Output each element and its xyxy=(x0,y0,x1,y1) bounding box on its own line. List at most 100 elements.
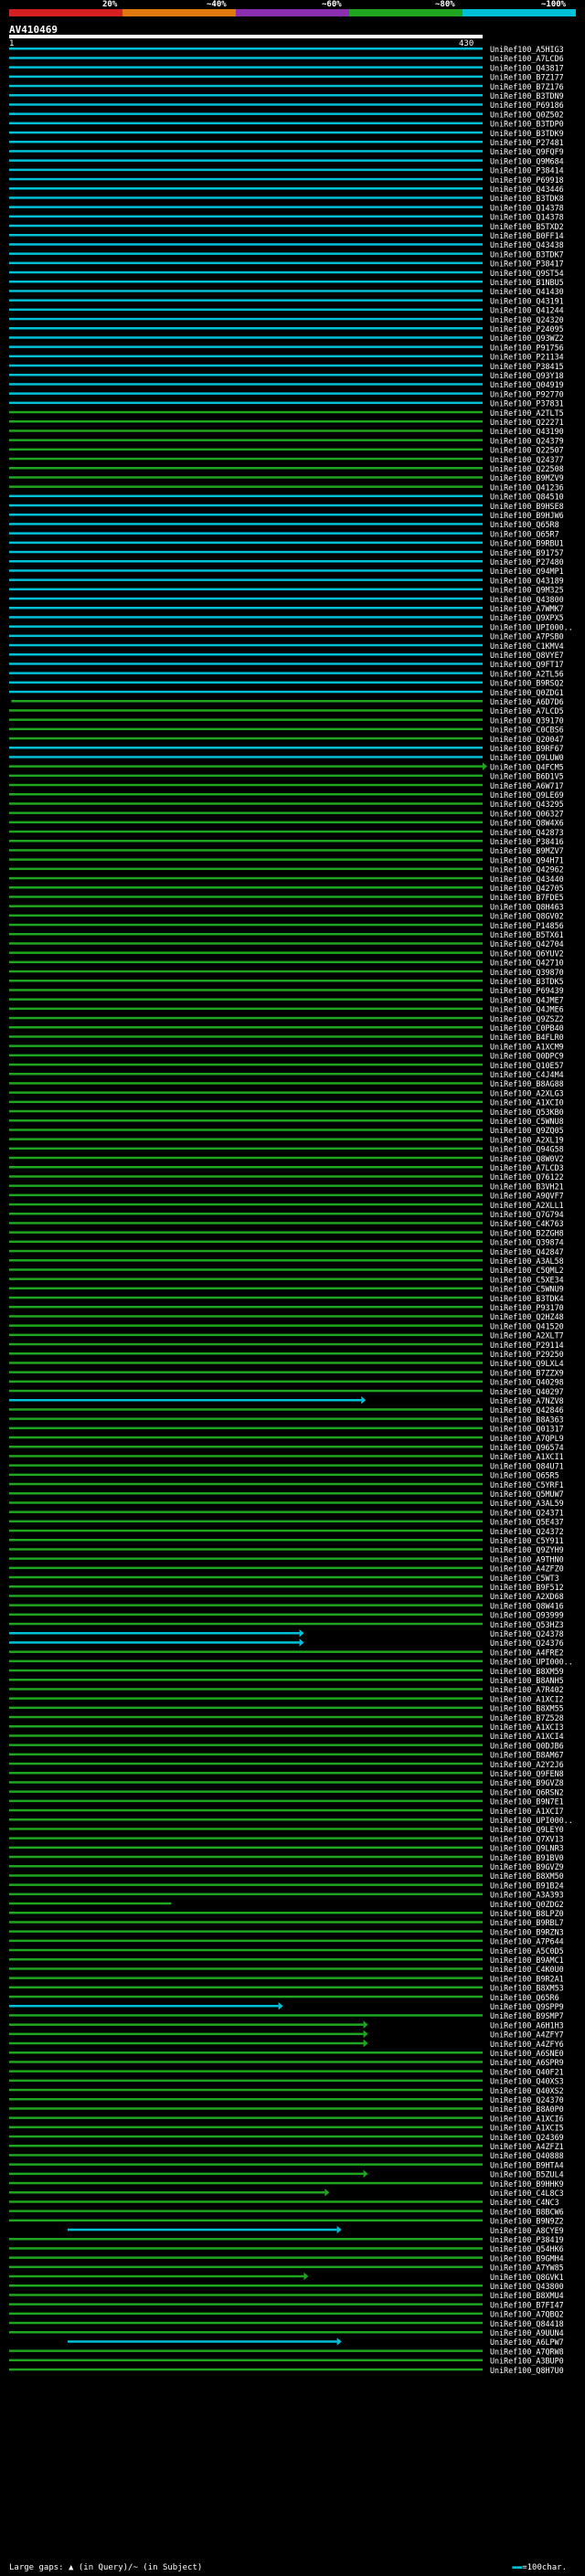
hit-label[interactable]: UniRef100_Q0ZDG2 xyxy=(490,1900,564,1909)
hit-bar[interactable] xyxy=(9,429,483,432)
hit-bar[interactable] xyxy=(9,625,483,628)
hit-row[interactable]: UniRef100_A3AL59 xyxy=(9,1499,564,1508)
hit-bar[interactable] xyxy=(9,1948,483,1952)
hit-bar[interactable] xyxy=(9,2061,483,2063)
hit-row[interactable]: UniRef100_A2TL56 xyxy=(9,669,564,678)
hit-label[interactable]: UniRef100_B9F512 xyxy=(490,1583,564,1592)
hit-row[interactable]: UniRef100_A4ZFZ0 xyxy=(9,1564,564,1574)
hit-label[interactable]: UniRef100_Q7XV13 xyxy=(490,1834,564,1843)
hit-label[interactable]: UniRef100_B9MZV9 xyxy=(490,473,564,482)
hit-bar[interactable] xyxy=(9,765,483,768)
hit-row[interactable]: UniRef100_B7ZZX9 xyxy=(9,1368,564,1377)
hit-row[interactable]: UniRef100_Q94G58 xyxy=(9,1145,564,1154)
hit-bar[interactable] xyxy=(9,727,483,731)
hit-label[interactable]: UniRef100_B7ZZX9 xyxy=(490,1368,564,1377)
hit-row[interactable]: UniRef100_A2XLL1 xyxy=(9,1201,564,1210)
hit-bar[interactable] xyxy=(9,224,483,228)
hit-bar[interactable] xyxy=(9,1921,483,1924)
hit-row[interactable]: UniRef100_A1XCI6 xyxy=(9,2114,564,2123)
hit-label[interactable]: UniRef100_A2XD68 xyxy=(490,1592,564,1601)
hit-label[interactable]: UniRef100_Q40297 xyxy=(490,1387,564,1396)
hit-bar[interactable] xyxy=(9,243,483,246)
hit-bar[interactable] xyxy=(9,2191,325,2194)
hit-bar[interactable] xyxy=(9,187,483,190)
hit-bar[interactable] xyxy=(9,2154,483,2157)
hit-row[interactable]: UniRef100_Q84510 xyxy=(9,493,564,502)
hit-bar[interactable] xyxy=(9,1324,483,1327)
hit-bar[interactable] xyxy=(9,672,483,674)
hit-bar[interactable] xyxy=(9,2294,483,2296)
hit-label[interactable]: UniRef100_Q24378 xyxy=(490,1629,564,1638)
hit-bar[interactable] xyxy=(9,811,483,814)
hit-row[interactable]: UniRef100_A6H1H3 xyxy=(9,2020,564,2030)
hit-row[interactable]: UniRef100_A7QBQ2 xyxy=(9,2310,564,2319)
hit-bar[interactable] xyxy=(9,2070,483,2072)
hit-label[interactable]: UniRef100_P37831 xyxy=(490,399,564,408)
hit-label[interactable]: UniRef100_B9HSE8 xyxy=(490,502,564,511)
hit-bar[interactable] xyxy=(9,783,483,787)
hit-row[interactable]: UniRef100_Q9LXL4 xyxy=(9,1359,564,1368)
hit-row[interactable]: UniRef100_A1XCI7 xyxy=(9,1807,564,1816)
hit-label[interactable]: UniRef100_A1XCI4 xyxy=(490,1732,564,1741)
hit-label[interactable]: UniRef100_Q8W4X6 xyxy=(490,819,564,828)
hit-row[interactable]: UniRef100_B9RSQ2 xyxy=(9,679,564,688)
hit-bar[interactable] xyxy=(9,2125,483,2129)
hit-bar[interactable] xyxy=(9,1762,483,1765)
hit-row[interactable]: UniRef100_A1XCI2 xyxy=(9,1694,564,1703)
hit-row[interactable]: UniRef100_B8XMU4 xyxy=(9,2291,564,2300)
hit-row[interactable]: UniRef100_Q01317 xyxy=(9,1425,564,1434)
hit-label[interactable]: UniRef100_A7P644 xyxy=(490,1937,564,1946)
hit-label[interactable]: UniRef100_A5HIG3 xyxy=(490,45,564,54)
hit-row[interactable]: UniRef100_A4ZFZ1 xyxy=(9,2142,564,2151)
hit-bar[interactable] xyxy=(9,2284,483,2287)
hit-bar[interactable] xyxy=(9,2200,483,2203)
hit-row[interactable]: UniRef100_A4ZFY6 xyxy=(9,2039,564,2049)
hit-bar[interactable] xyxy=(9,1874,483,1877)
hit-label[interactable]: UniRef100_Q6YUV2 xyxy=(490,949,564,958)
hit-label[interactable]: UniRef100_Q43190 xyxy=(490,427,564,436)
hit-row[interactable]: UniRef100_Q43295 xyxy=(9,800,564,809)
hit-bar[interactable] xyxy=(9,57,483,59)
hit-label[interactable]: UniRef100_P29114 xyxy=(490,1341,564,1350)
hit-label[interactable]: UniRef100_C4K0U0 xyxy=(490,1965,564,1974)
hit-bar[interactable] xyxy=(9,1986,483,1989)
hit-row[interactable]: UniRef100_B2ZGH8 xyxy=(9,1228,564,1237)
hit-label[interactable]: UniRef100_Q24372 xyxy=(490,1527,564,1536)
hit-label[interactable]: UniRef100_Q2HZ48 xyxy=(490,1312,564,1321)
hit-bar[interactable] xyxy=(9,1781,483,1784)
hit-label[interactable]: UniRef100_Q20047 xyxy=(490,735,564,744)
hit-row[interactable]: UniRef100_C0CBS6 xyxy=(9,726,564,735)
hit-bar[interactable] xyxy=(9,215,483,218)
hit-row[interactable]: UniRef100_Q24378 xyxy=(9,1629,564,1638)
hit-bar[interactable] xyxy=(9,1240,483,1244)
hit-bar[interactable] xyxy=(9,1892,483,1896)
hit-row[interactable]: UniRef100_A2XD68 xyxy=(9,1592,564,1601)
hit-bar[interactable] xyxy=(9,1362,483,1364)
hit-label[interactable]: UniRef100_Q14378 xyxy=(490,203,564,212)
hit-label[interactable]: UniRef100_Q84418 xyxy=(490,2319,564,2328)
hit-bar[interactable] xyxy=(9,1193,483,1197)
hit-bar[interactable] xyxy=(9,1679,483,1681)
hit-bar[interactable] xyxy=(9,1715,483,1719)
hit-bar[interactable] xyxy=(9,234,483,237)
hit-bar[interactable] xyxy=(9,336,483,339)
hit-bar[interactable] xyxy=(9,1166,483,1169)
hit-row[interactable]: UniRef100_B9HSE8 xyxy=(9,502,564,511)
hit-row[interactable]: UniRef100_B5TX61 xyxy=(9,930,564,939)
hit-label[interactable]: UniRef100_Q84U71 xyxy=(490,1461,564,1470)
hit-row[interactable]: UniRef100_UPI000.. xyxy=(9,622,573,631)
hit-row[interactable]: UniRef100_A1XCI1 xyxy=(9,1452,564,1461)
hit-bar[interactable] xyxy=(9,1753,483,1756)
hit-row[interactable]: UniRef100_B8AM67 xyxy=(9,1751,564,1760)
hit-bar[interactable] xyxy=(9,1259,483,1262)
hit-row[interactable]: UniRef100_Q8GV02 xyxy=(9,912,564,921)
hit-bar[interactable] xyxy=(9,1296,483,1299)
hit-label[interactable]: UniRef100_Q7G794 xyxy=(490,1210,564,1219)
hit-label[interactable]: UniRef100_Q9FT17 xyxy=(490,660,564,669)
hit-label[interactable]: UniRef100_Q41236 xyxy=(490,482,564,492)
hit-row[interactable]: UniRef100_Q43189 xyxy=(9,576,564,585)
hit-label[interactable]: UniRef100_C5WNU9 xyxy=(490,1285,564,1294)
hit-row[interactable]: UniRef100_Q6RSN2 xyxy=(9,1787,564,1797)
hit-bar[interactable] xyxy=(9,2247,483,2250)
hit-bar[interactable] xyxy=(9,849,483,852)
